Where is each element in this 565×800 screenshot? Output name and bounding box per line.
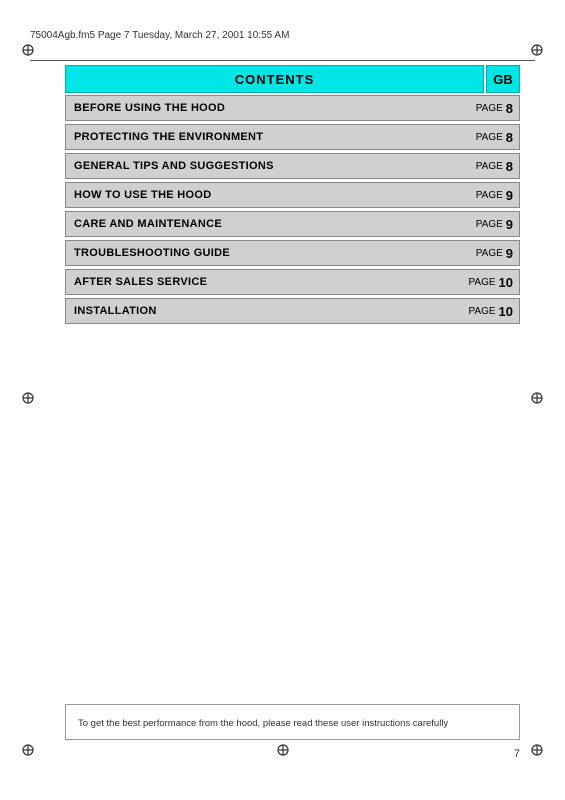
toc-page-num: 8 [506, 130, 513, 145]
toc-row[interactable]: GENERAL TIPS AND SUGGESTIONSPAGE8 [65, 153, 520, 179]
toc-page-label: PAGE [476, 161, 503, 172]
contents-gb: GB [493, 72, 513, 87]
toc-row-page: PAGE9 [476, 188, 519, 203]
toc-row-title: HOW TO USE THE HOOD [66, 189, 476, 201]
toc-row-title: BEFORE USING THE HOOD [66, 102, 476, 114]
toc-row[interactable]: INSTALLATIONPAGE 10 [65, 298, 520, 324]
toc-row-page: PAGE9 [476, 217, 519, 232]
contents-gb-box: GB [486, 65, 520, 93]
toc-row-page: PAGE8 [476, 130, 519, 145]
toc-row[interactable]: BEFORE USING THE HOODPAGE8 [65, 95, 520, 121]
contents-title: CONTENTS [235, 72, 315, 87]
toc-row[interactable]: PROTECTING THE ENVIRONMENTPAGE8 [65, 124, 520, 150]
toc-page-label: PAGE [476, 219, 503, 230]
toc-page-num: 9 [506, 188, 513, 203]
toc-page-label: PAGE [468, 277, 495, 288]
toc-page-num: 9 [506, 246, 513, 261]
toc-row-page: PAGE 10 [468, 275, 519, 290]
toc-row[interactable]: HOW TO USE THE HOODPAGE9 [65, 182, 520, 208]
contents-header: CONTENTS GB [65, 65, 520, 93]
toc-container: BEFORE USING THE HOODPAGE8PROTECTING THE… [65, 95, 520, 327]
toc-page-label: PAGE [468, 306, 495, 317]
contents-title-box: CONTENTS [65, 65, 484, 93]
reg-mark-bottom-left [20, 742, 36, 758]
toc-page-num: 9 [506, 217, 513, 232]
toc-row[interactable]: CARE AND MAINTENANCEPAGE9 [65, 211, 520, 237]
toc-row-title: INSTALLATION [66, 305, 468, 317]
page-container: 75004Agb.fm5 Page 7 Tuesday, March 27, 2… [0, 0, 565, 800]
page-number: 7 [514, 748, 520, 760]
toc-page-num: 10 [499, 275, 513, 290]
toc-row-title: AFTER SALES SERVICE [66, 276, 468, 288]
reg-mark-mid-right [529, 390, 545, 406]
toc-row-title: CARE AND MAINTENANCE [66, 218, 476, 230]
toc-row[interactable]: AFTER SALES SERVICEPAGE 10 [65, 269, 520, 295]
content-area: CONTENTS GB BEFORE USING THE HOODPAGE8PR… [65, 65, 520, 327]
reg-mark-mid-left [20, 390, 36, 406]
toc-row-title: GENERAL TIPS AND SUGGESTIONS [66, 160, 476, 172]
toc-row-page: PAGE 10 [468, 304, 519, 319]
reg-mark-bottom-mid [275, 742, 291, 758]
bottom-note-text: To get the best performance from the hoo… [78, 718, 448, 729]
header-file-info: 75004Agb.fm5 Page 7 Tuesday, March 27, 2… [30, 30, 289, 41]
header-divider [30, 60, 535, 61]
reg-mark-bottom-right [529, 742, 545, 758]
toc-page-label: PAGE [476, 132, 503, 143]
toc-page-num: 8 [506, 159, 513, 174]
toc-row[interactable]: TROUBLESHOOTING GUIDEPAGE9 [65, 240, 520, 266]
toc-row-page: PAGE8 [476, 101, 519, 116]
toc-row-title: TROUBLESHOOTING GUIDE [66, 247, 476, 259]
toc-row-page: PAGE9 [476, 246, 519, 261]
reg-mark-top-right [529, 42, 545, 58]
reg-mark-top-left [20, 42, 36, 58]
toc-page-label: PAGE [476, 190, 503, 201]
header-bar: 75004Agb.fm5 Page 7 Tuesday, March 27, 2… [30, 30, 535, 41]
toc-row-page: PAGE8 [476, 159, 519, 174]
bottom-note: To get the best performance from the hoo… [65, 704, 520, 740]
toc-page-num: 8 [506, 101, 513, 116]
toc-page-label: PAGE [476, 248, 503, 259]
toc-page-num: 10 [499, 304, 513, 319]
toc-row-title: PROTECTING THE ENVIRONMENT [66, 131, 476, 143]
toc-page-label: PAGE [476, 103, 503, 114]
